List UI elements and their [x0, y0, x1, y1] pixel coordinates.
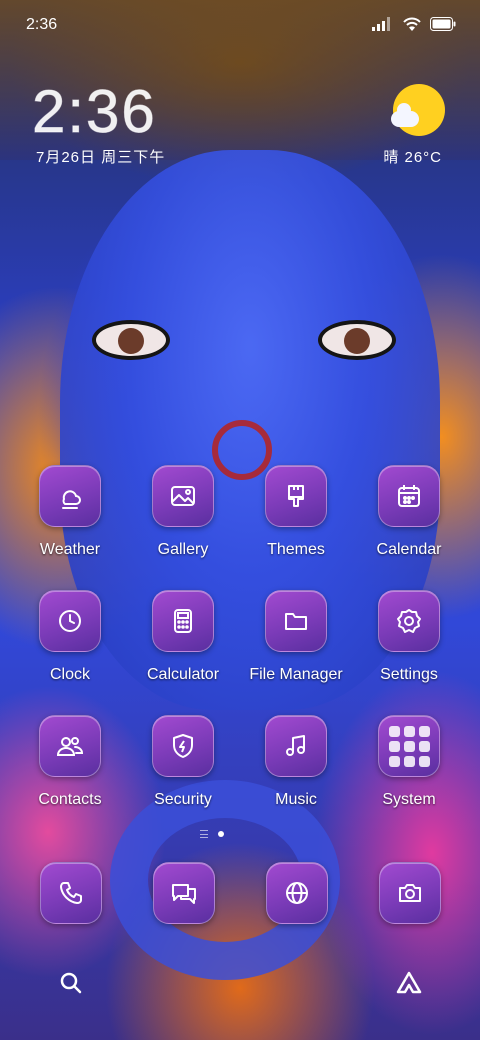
page-indicator[interactable]: [200, 830, 224, 838]
app-label: System: [382, 791, 436, 808]
search-icon[interactable]: [56, 968, 86, 998]
app-label: Themes: [267, 541, 325, 558]
app-calendar[interactable]: Calendar: [349, 465, 469, 575]
messages-icon[interactable]: [153, 862, 215, 924]
clock-icon: [39, 590, 101, 652]
app-folder-system[interactable]: System: [349, 715, 469, 825]
app-clock[interactable]: Clock: [10, 590, 130, 700]
music-icon: [265, 715, 327, 777]
app-label: Contacts: [38, 791, 102, 808]
wallpaper-right-eye: [318, 320, 396, 360]
app-label: Calculator: [146, 666, 220, 683]
app-weather[interactable]: Weather: [10, 465, 130, 575]
app-themes[interactable]: Themes: [236, 465, 356, 575]
weather-icon: [39, 465, 101, 527]
clock-widget-time[interactable]: 2:36: [32, 79, 157, 144]
app-calculator[interactable]: Calculator: [123, 590, 243, 700]
app-label: Gallery: [157, 541, 209, 558]
themes-icon: [265, 465, 327, 527]
status-bar: 2:36: [0, 0, 480, 48]
app-label: File Manager: [249, 666, 343, 683]
app-label: Clock: [49, 666, 90, 683]
wallpaper-left-eye: [92, 320, 170, 360]
page-indicator-feed: [200, 830, 208, 838]
clock-widget-date: 7月26日 周三下午: [36, 149, 166, 166]
calendar-icon: [378, 465, 440, 527]
status-icons: [372, 16, 456, 32]
calculator-icon: [152, 590, 214, 652]
folder-grid-icon: [378, 715, 440, 777]
app-file-manager[interactable]: File Manager: [236, 590, 356, 700]
app-contacts[interactable]: Contacts: [10, 715, 130, 825]
status-time: 2:36: [26, 16, 58, 33]
app-label: Settings: [380, 666, 438, 683]
app-settings[interactable]: Settings: [349, 590, 469, 700]
gallery-icon: [152, 465, 214, 527]
gear-icon: [378, 590, 440, 652]
folder-icon: [265, 590, 327, 652]
app-label: Music: [275, 791, 317, 808]
app-label: Calendar: [376, 541, 442, 558]
browser-icon[interactable]: [266, 862, 328, 924]
app-music[interactable]: Music: [236, 715, 356, 825]
app-label: Weather: [39, 541, 101, 558]
cloud-icon: [391, 103, 419, 127]
weather-widget-text: 晴 26°C: [383, 149, 442, 166]
app-drawer-icon[interactable]: [394, 968, 424, 998]
app-label: Security: [154, 791, 212, 808]
signal-icon: [372, 17, 390, 31]
phone-icon[interactable]: [40, 862, 102, 924]
wifi-icon: [403, 17, 421, 31]
contacts-icon: [39, 715, 101, 777]
app-security[interactable]: Security: [123, 715, 243, 825]
camera-icon[interactable]: [379, 862, 441, 924]
shield-icon: [152, 715, 214, 777]
battery-icon: [430, 17, 456, 31]
app-gallery[interactable]: Gallery: [123, 465, 243, 575]
page-indicator-dot-active: [218, 831, 224, 837]
